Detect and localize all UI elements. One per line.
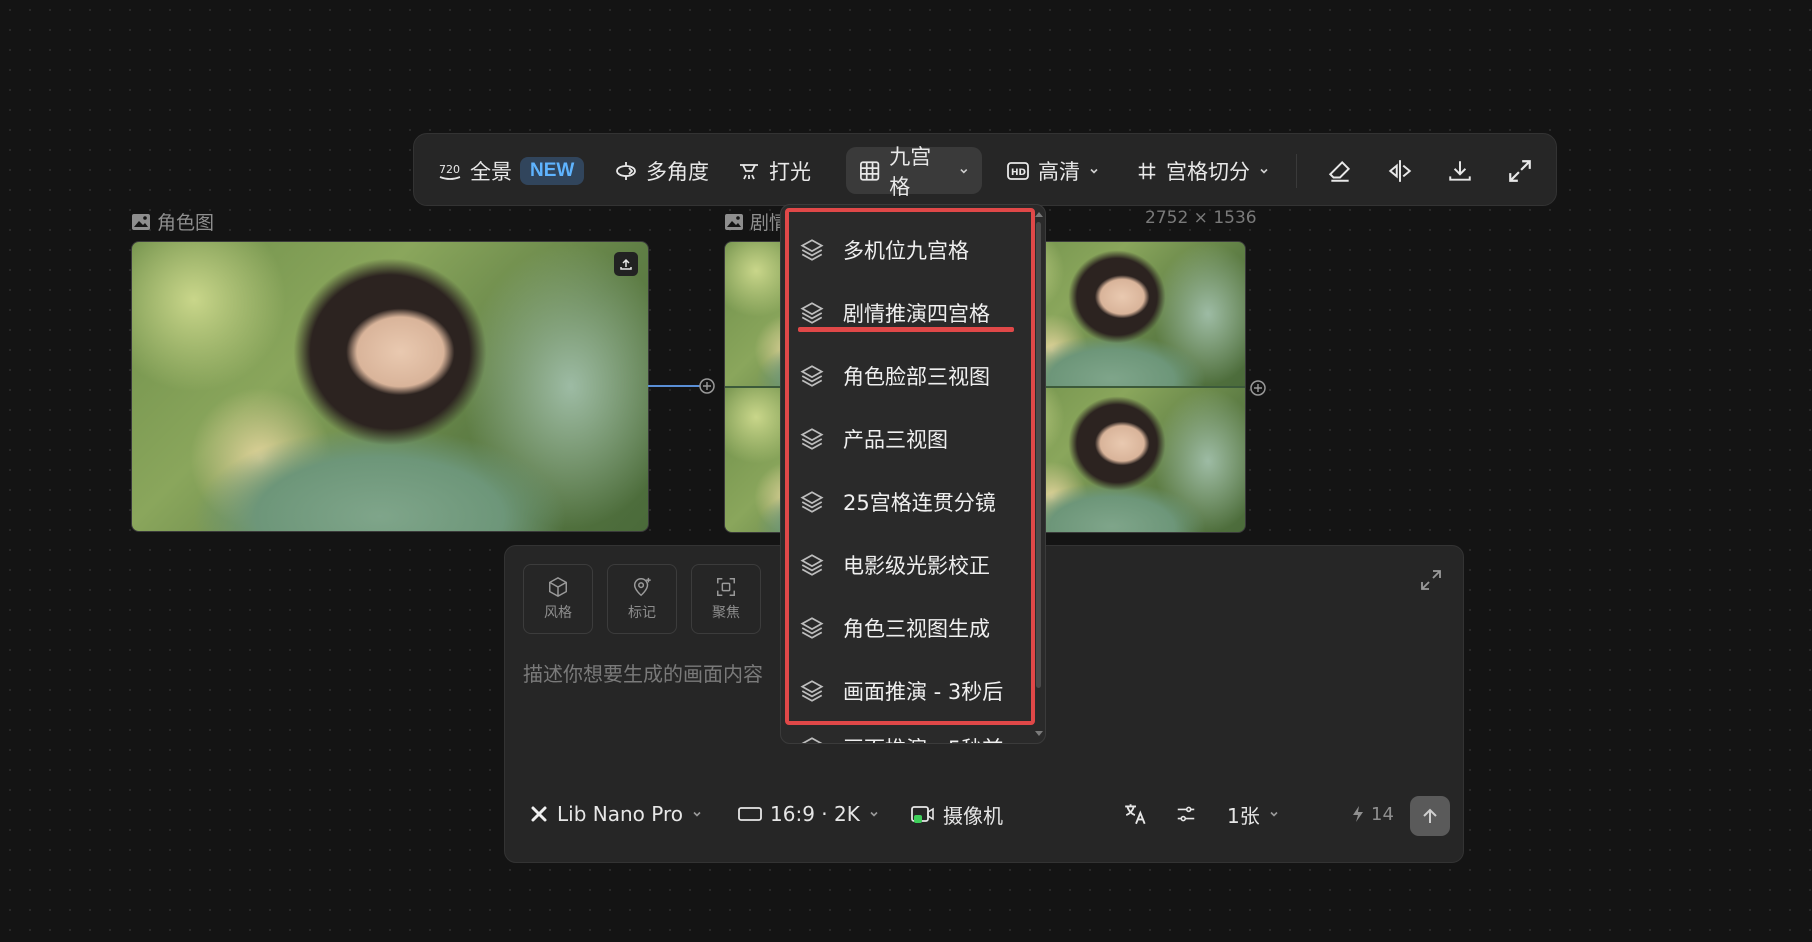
grid-split-button[interactable]: 宫格切分 bbox=[1136, 134, 1270, 207]
style-button[interactable]: 风格 bbox=[523, 564, 593, 634]
node-connector bbox=[648, 378, 715, 394]
dropdown-scrollbar[interactable] bbox=[1036, 222, 1041, 688]
focus-button[interactable]: 聚焦 bbox=[691, 564, 761, 634]
image-dimensions: 2752 × 1536 bbox=[1145, 208, 1257, 228]
rotate-3d-icon bbox=[616, 161, 636, 180]
sliders-icon bbox=[1177, 806, 1195, 822]
mark-button[interactable]: 标记 bbox=[607, 564, 677, 634]
hash-icon bbox=[1138, 162, 1156, 179]
camera-label: 摄像机 bbox=[943, 803, 1003, 828]
eraser-icon bbox=[1328, 160, 1351, 182]
credits-value: 14 bbox=[1371, 803, 1394, 825]
chevron-down-icon bbox=[870, 811, 878, 817]
mark-label: 标记 bbox=[628, 605, 656, 621]
download-icon bbox=[1449, 160, 1471, 181]
nine-grid-label: 九宫格 bbox=[889, 144, 932, 199]
translate-icon bbox=[1125, 804, 1146, 825]
character-image[interactable] bbox=[131, 241, 649, 532]
add-node-icon[interactable] bbox=[1249, 379, 1267, 397]
download-button[interactable] bbox=[1447, 134, 1473, 207]
hd-icon: HD bbox=[1007, 161, 1029, 180]
menu-item-label: 画面推演 - 5秒前 bbox=[843, 733, 1003, 743]
light-icon bbox=[740, 163, 758, 179]
camera-selector[interactable]: 摄像机 bbox=[911, 798, 1003, 830]
lighting-button[interactable]: 打光 bbox=[737, 134, 811, 207]
hd-label: 高清 bbox=[1038, 159, 1080, 184]
character-label-text: 角色图 bbox=[157, 212, 215, 234]
chevron-down-icon bbox=[1090, 168, 1098, 174]
hd-button[interactable]: HD 高清 bbox=[1006, 134, 1100, 207]
red-highlight-box bbox=[785, 208, 1035, 725]
focus-icon bbox=[717, 578, 735, 596]
chevron-down-icon bbox=[1270, 811, 1278, 817]
panorama-label: 全景 bbox=[470, 159, 512, 184]
flip-button[interactable] bbox=[1387, 134, 1413, 207]
red-underline bbox=[798, 327, 1014, 332]
settings-button[interactable] bbox=[1175, 798, 1197, 830]
expand-composer-icon[interactable] bbox=[1419, 568, 1443, 592]
camera-icon bbox=[911, 806, 934, 823]
credits-display: 14 bbox=[1351, 798, 1394, 830]
upload-button[interactable] bbox=[614, 252, 638, 276]
lighting-label: 打光 bbox=[769, 159, 811, 184]
chevron-down-icon bbox=[960, 168, 968, 174]
panorama-button[interactable]: 720 全景 NEW bbox=[438, 134, 585, 207]
flip-icon bbox=[1388, 159, 1412, 182]
image-icon bbox=[132, 213, 150, 230]
nine-grid-button[interactable]: 九宫格 bbox=[846, 145, 982, 199]
layers-icon bbox=[801, 737, 823, 743]
ratio-selector[interactable]: 16:9 · 2K bbox=[738, 798, 880, 830]
pin-plus-icon bbox=[633, 577, 651, 597]
focus-label: 聚焦 bbox=[712, 605, 740, 621]
multi-angle-label: 多角度 bbox=[646, 159, 709, 184]
send-button[interactable] bbox=[1410, 796, 1450, 836]
fullscreen-button[interactable] bbox=[1507, 134, 1533, 207]
chevron-down-icon bbox=[1260, 168, 1268, 174]
story-card-label: 剧情 bbox=[724, 208, 788, 235]
image-icon bbox=[725, 213, 743, 230]
expand-icon bbox=[1509, 159, 1531, 182]
new-badge: NEW bbox=[520, 156, 585, 185]
count-selector[interactable]: 1张 bbox=[1227, 798, 1280, 830]
svg-text:720: 720 bbox=[439, 163, 460, 176]
arrow-up-icon bbox=[1423, 808, 1437, 823]
lightning-icon bbox=[1353, 806, 1363, 822]
top-toolbar: 720 全景 NEW 多角度 打光 九宫格 HD 高清 宫格切分 bbox=[413, 133, 1557, 206]
eraser-button[interactable] bbox=[1327, 134, 1353, 207]
count-label: 1张 bbox=[1227, 803, 1260, 828]
model-label: Lib Nano Pro bbox=[557, 802, 683, 826]
prompt-input[interactable]: 描述你想要生成的画面内容 bbox=[523, 658, 763, 687]
grid-icon bbox=[860, 160, 880, 181]
scroll-down-arrow-icon[interactable] bbox=[1034, 730, 1044, 738]
cube-icon bbox=[549, 576, 567, 598]
model-logo-icon bbox=[531, 806, 547, 822]
panorama-icon: 720 bbox=[439, 163, 461, 180]
grid-split-label: 宫格切分 bbox=[1166, 159, 1250, 184]
multi-angle-button[interactable]: 多角度 bbox=[614, 134, 709, 207]
upload-icon bbox=[620, 258, 632, 270]
aspect-ratio-icon bbox=[738, 807, 762, 821]
menu-item-scene-5s-before[interactable]: 画面推演 - 5秒前 bbox=[799, 723, 1003, 743]
ratio-label: 16:9 · 2K bbox=[770, 802, 860, 826]
scroll-up-arrow-icon[interactable] bbox=[1034, 210, 1044, 218]
svg-text:HD: HD bbox=[1011, 168, 1026, 178]
character-card-label: 角色图 bbox=[131, 208, 214, 235]
model-selector[interactable]: Lib Nano Pro bbox=[529, 798, 703, 830]
toolbar-divider bbox=[1296, 154, 1297, 188]
translate-button[interactable] bbox=[1123, 798, 1149, 830]
style-label: 风格 bbox=[544, 605, 572, 621]
chevron-down-icon bbox=[693, 811, 701, 817]
